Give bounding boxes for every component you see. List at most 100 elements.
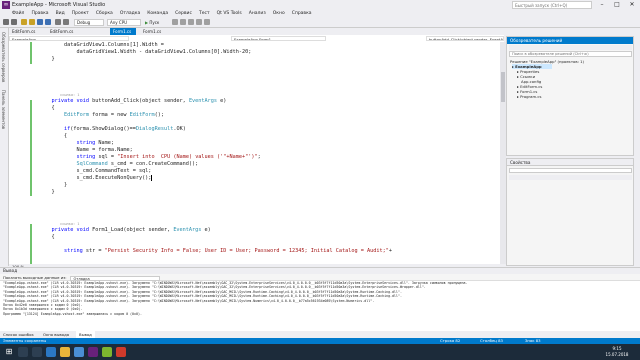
code-line: { [39,133,68,139]
undo-icon[interactable] [55,19,61,25]
window-title: ExampleApp - Microsoft Visual Studio [12,2,106,8]
save-all-icon[interactable] [45,19,51,25]
edge-icon[interactable] [46,347,56,357]
code-line: string str = "Persist Security Info = Fa… [64,248,392,254]
menu-file[interactable]: Файл [12,10,24,18]
start-button[interactable]: ▶ Пуск [145,19,167,26]
windows-start-icon[interactable]: ⊞ [4,347,14,357]
menu-project[interactable]: Проект [72,10,89,18]
code-line: Name = forma.Name; [39,147,133,153]
close-icon[interactable]: ✕ [624,0,640,10]
tab-output[interactable]: Вывод [76,331,95,338]
menu-test[interactable]: Тест [199,10,210,18]
visual-studio-icon[interactable] [88,347,98,357]
editor-gutter [9,42,29,264]
left-tool-strip: Обозреватель серверов Панель элементов [0,28,9,266]
code-line: } [39,56,55,62]
change-marker [30,224,32,264]
output-panel: Вывод Показать выходные данные из: Отладк… [0,267,640,332]
code-editor[interactable]: dataGridView1.Columns[1].Width = dataGri… [9,42,500,264]
quick-launch-input[interactable]: Быстрый запуск (Ctrl+Q) [512,1,592,9]
clock-date: 15.07.2018 [605,352,629,357]
menu-tools[interactable]: Сервис [175,10,192,18]
tab-editform-cs[interactable]: EditForm.cs [9,28,40,35]
toolbar-tool-icon[interactable] [188,19,194,25]
toolbar-tool-icon[interactable] [196,19,202,25]
menu-window[interactable]: Окно [273,10,285,18]
solution-search-input[interactable]: Поиск в обозревателе решений (Ctrl+ж) [509,51,632,57]
properties-toolbar [509,175,632,180]
server-explorer-tab[interactable]: Обозреватель серверов [1,32,6,82]
output-source-select[interactable]: Отладка [70,275,161,281]
menu-analyze[interactable]: Анализ [249,10,266,18]
code-line: dataGridView1.Width - dataGridView1.Colu… [39,49,252,55]
app-icon[interactable] [116,347,126,357]
menu-view[interactable]: Вид [56,10,65,18]
platform-select[interactable]: Any CPU [107,19,141,26]
scrollbar-thumb[interactable] [501,72,505,102]
tab-output-window[interactable]: Окно вывода [40,331,72,338]
menu-edit[interactable]: Правка [31,10,48,18]
open-icon[interactable] [29,19,35,25]
menu-help[interactable]: Справка [292,10,312,18]
search-icon[interactable] [18,347,28,357]
new-project-icon[interactable] [21,19,27,25]
code-line: s_cmd.CommandText = sql; [39,168,152,174]
codelens-references[interactable]: ссылка: 1 [60,222,79,226]
file-explorer-icon[interactable] [60,347,70,357]
properties-title: Свойства [507,159,633,166]
class-select[interactable]: ExampleApp.Form1 [231,36,326,41]
redo-icon[interactable] [63,19,69,25]
properties-object-select[interactable] [509,168,632,173]
menu-team[interactable]: Команда [147,10,168,18]
windows-taskbar: ⊞ 9:15 15.07.2018 [0,344,640,360]
toolbar-tool-icon[interactable] [204,19,210,25]
save-icon[interactable] [37,19,43,25]
toolbar: Debug Any CPU ▶ Пуск [0,18,640,28]
code-line: { [39,234,55,240]
tab-error-list[interactable]: Список ошибок [0,331,37,338]
tab-editform-designer[interactable]: EditForm.cs [Конструктор] [47,28,105,41]
output-line: Программа "[13124] ExampleApp.vshost.exe… [3,311,142,316]
task-view-icon[interactable] [32,347,42,357]
bottom-tabs: Список ошибок Окно вывода Вывод [0,331,640,338]
tab-form1-cs[interactable]: Form1.cs [110,28,136,35]
play-icon: ▶ [145,20,149,25]
maximize-icon[interactable]: □ [609,0,625,10]
app-icon[interactable] [102,347,112,357]
config-select[interactable]: Debug [74,19,104,26]
code-line: private void buttonAdd_Click(object send… [51,98,227,104]
code-line: SqlCommand s_cmd = con.CreateCommand(); [76,161,199,167]
tree-item[interactable]: ▸ Program.cs [517,94,541,99]
project-select[interactable]: ExampleApp [9,36,129,41]
code-line: } [39,189,55,195]
store-icon[interactable] [74,347,84,357]
back-icon[interactable] [3,19,9,25]
code-line: if(forma.ShowDialog()==DialogResult.OK) [64,126,186,132]
code-line: dataGridView1.Columns[1].Width = [39,42,164,48]
toolbar-tool-icon[interactable] [180,19,186,25]
toolbox-tab[interactable]: Панель элементов [1,90,6,129]
forward-icon[interactable] [11,19,17,25]
document-tabs: EditForm.cs EditForm.cs [Конструктор] Fo… [9,28,504,41]
menu-build[interactable]: Сборка [96,10,113,18]
member-select[interactable]: buttonAdd_Click(object sender, EventArgs… [426,36,504,41]
output-text[interactable]: "ExampleApp.vshost.exe" (CLR v4.0.30319:… [3,281,637,332]
visual-studio-logo-icon: ∞ [2,1,10,9]
solution-explorer-toolbar [509,45,632,50]
change-marker [30,42,32,64]
solution-explorer-title: Обозреватель решений [507,37,633,44]
menu-qt-tools[interactable]: Qt VS Tools [217,10,242,18]
minimize-icon[interactable]: – [594,0,610,10]
system-clock[interactable]: 9:15 15.07.2018 [602,346,632,358]
solution-explorer-panel: Обозреватель решений Поиск в обозревател… [506,36,634,156]
tab-form1-designer[interactable]: Form1.cs [Конструктор] [140,28,195,41]
menu-debug[interactable]: Отладка [120,10,140,18]
text-caret [151,175,153,181]
code-line: } [39,182,68,188]
codelens-references[interactable]: ссылка: 1 [60,93,79,97]
code-line: string sql = "Insert into CPU (Name) val… [76,154,261,160]
toolbar-tool-icon[interactable] [172,19,178,25]
code-line: EditForm forma = new EditForm(); [64,112,164,118]
code-line: string Name; [76,140,114,146]
